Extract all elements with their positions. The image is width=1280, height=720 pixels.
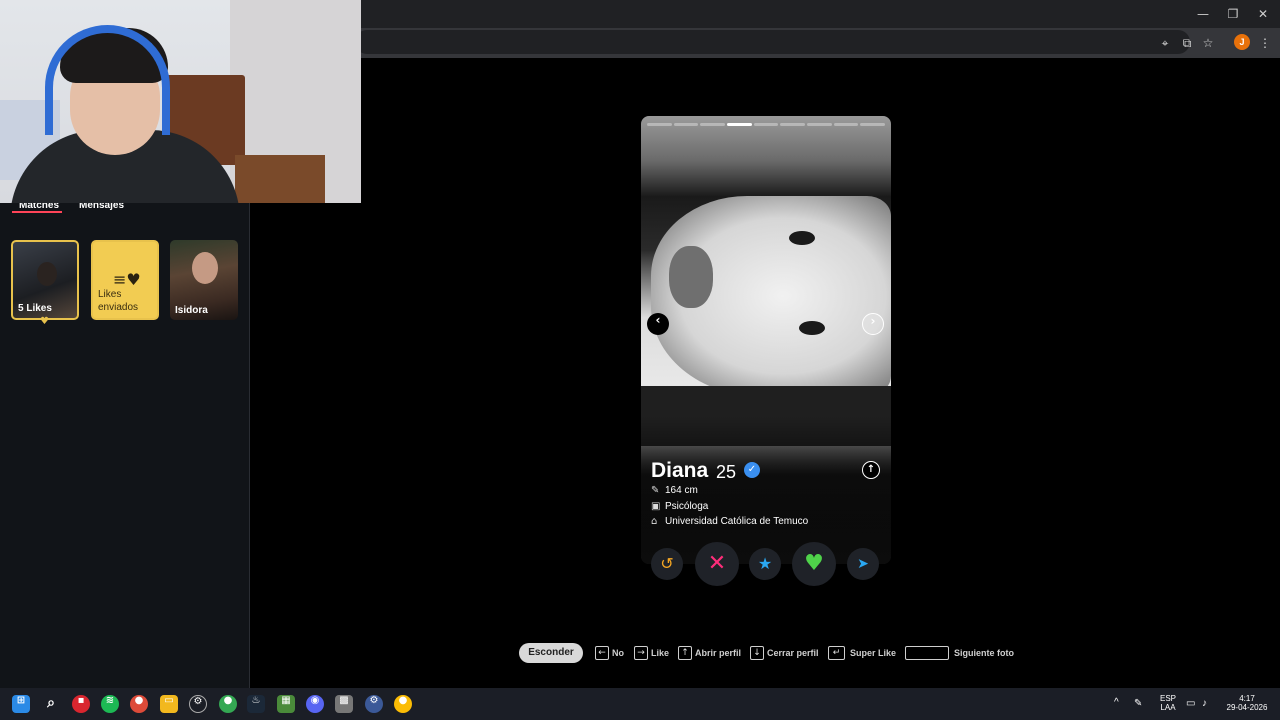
spotify-icon[interactable]: ≋ — [101, 695, 119, 713]
file-explorer-icon[interactable]: ▭ — [160, 695, 178, 713]
photo-eye — [799, 321, 825, 335]
search-icon[interactable]: ⌕ — [42, 695, 60, 713]
photo-progress-segment[interactable] — [807, 123, 832, 126]
rewind-button[interactable]: ↺ — [651, 548, 683, 580]
key-left-icon: ← — [595, 646, 609, 660]
previous-photo-button[interactable]: ‹ — [647, 313, 669, 335]
clock-time: 4:17 — [1239, 694, 1255, 703]
profile-photo — [641, 116, 891, 564]
school-text: Universidad Católica de Temuco — [665, 516, 809, 527]
like-button[interactable]: ♥ — [792, 542, 836, 586]
boost-button[interactable]: ➤ — [847, 548, 879, 580]
profile-avatar[interactable]: J — [1234, 34, 1250, 50]
profile-age: 25 — [716, 462, 737, 482]
photo-progress-segment[interactable] — [673, 123, 699, 126]
photo-progress-segment[interactable] — [753, 123, 779, 126]
likes-sent-icon: ≡♥ — [113, 270, 141, 289]
minimize-button[interactable]: — — [1192, 5, 1214, 23]
clock[interactable]: 4:17 29-04-2026 — [1222, 694, 1272, 712]
ruler-icon: ✎ — [651, 485, 660, 496]
photo-lips — [669, 246, 713, 308]
location-icon[interactable]: ⌖ — [1157, 35, 1173, 51]
match-photo — [192, 252, 218, 284]
nope-button[interactable]: ✕ — [695, 542, 739, 586]
likes-count-label: 5 Likes — [18, 303, 52, 314]
verified-badge-icon: ✓ — [744, 462, 760, 478]
detail-height: ✎ 164 cm — [651, 485, 698, 496]
super-like-button[interactable]: ★ — [749, 548, 781, 580]
rewind-icon: ↺ — [660, 554, 674, 573]
webcam-overlay — [0, 0, 361, 203]
photo-progress-segment[interactable] — [647, 123, 672, 126]
close-button[interactable]: ✕ — [1252, 5, 1274, 23]
key-right-icon: → — [634, 646, 648, 660]
key-enter-icon: ↵ — [828, 646, 845, 660]
graduation-cap-icon: ⌂ — [651, 516, 658, 527]
heart-icon: ♥ — [804, 551, 824, 576]
hint-no: No — [612, 648, 624, 658]
profile-name: Diana — [651, 459, 709, 482]
likes-card[interactable]: 5 Likes — [11, 240, 79, 320]
open-profile-button[interactable]: ↑ — [862, 461, 880, 479]
photo-progress-segment[interactable] — [727, 123, 752, 126]
clock-date: 29-04-2026 — [1226, 703, 1268, 712]
hint-like: Like — [651, 648, 670, 658]
blurred-photo — [37, 262, 57, 286]
job-text: Psicóloga — [665, 501, 709, 512]
likes-sent-label: Likes enviados — [98, 289, 139, 313]
photo-eye — [789, 231, 815, 245]
photo-progress-segment[interactable] — [700, 123, 725, 126]
key-up-icon: ↑ — [678, 646, 692, 660]
chrome-alt-icon[interactable]: ● — [394, 695, 412, 713]
star-icon: ★ — [757, 554, 773, 573]
hint-close-profile: Cerrar perfil — [767, 648, 819, 658]
language-code: ESP — [1159, 694, 1176, 703]
app-red-icon[interactable]: ▪ — [72, 695, 90, 713]
x-icon: ✕ — [707, 551, 727, 576]
restore-button[interactable]: ❐ — [1222, 5, 1244, 23]
settings-icon[interactable]: ⚙ — [365, 695, 383, 713]
language-layout: LAA — [1160, 703, 1176, 712]
bookmark-star-icon[interactable]: ☆ — [1200, 35, 1216, 51]
profile-card[interactable]: ‹ › Diana 25 ✓ ↑ ✎ 164 cm ▣ Psicóloga ⌂ Uni… — [641, 116, 891, 564]
menu-icon[interactable]: ⋮ — [1257, 35, 1273, 51]
tray-overflow-icon[interactable]: ^ — [1114, 697, 1119, 708]
detail-school: ⌂ Universidad Católica de Temuco — [651, 516, 808, 527]
next-photo-button[interactable]: › — [862, 313, 884, 335]
tray-pen-icon[interactable]: ✎ — [1134, 698, 1142, 709]
photo-progress-segment[interactable] — [780, 123, 805, 126]
gold-heart-icon: ♥ — [40, 316, 49, 327]
discord-icon[interactable]: ◉ — [306, 695, 324, 713]
height-text: 164 cm — [665, 485, 698, 496]
webcam-nightstand — [235, 155, 325, 203]
hint-super-like: Super Like — [850, 648, 897, 658]
match-name: Isidora — [175, 305, 208, 316]
install-icon[interactable]: ⧉ — [1179, 35, 1195, 51]
app-gear-icon[interactable]: ⚙ — [189, 695, 207, 713]
minecraft-icon[interactable]: ▩ — [335, 695, 353, 713]
likes-sent-card[interactable]: ≡♥ Likes enviados — [91, 240, 159, 320]
chrome-active-icon[interactable]: ● — [219, 695, 237, 713]
briefcase-icon: ▣ — [651, 501, 661, 512]
steam-icon[interactable]: ♨ — [247, 695, 265, 713]
active-tab-indicator — [12, 211, 62, 213]
match-card-isidora[interactable]: Isidora — [170, 240, 238, 320]
key-space-icon — [905, 646, 949, 660]
app-green-icon[interactable]: ▦ — [277, 695, 295, 713]
volume-icon[interactable]: ♪ — [1202, 698, 1207, 709]
hide-hints-button[interactable]: Esconder — [519, 643, 583, 663]
network-icon[interactable]: ▭ — [1186, 698, 1195, 709]
photo-progress-segment[interactable] — [860, 123, 885, 126]
hint-next-photo: Siguiente foto — [954, 648, 1014, 658]
hint-open-profile: Abrir perfil — [695, 648, 742, 658]
key-down-icon: ↓ — [750, 646, 764, 660]
photo-progress-segment[interactable] — [833, 123, 859, 126]
detail-job: ▣ Psicóloga — [651, 501, 708, 512]
language-indicator[interactable]: ESP LAA — [1157, 694, 1179, 712]
chrome-icon[interactable]: ● — [130, 695, 148, 713]
screen: — ❐ ✕ ⌖ ⧉ ☆ J ⋮ Matches Mensajes 5 Likes… — [0, 0, 1280, 720]
address-bar[interactable] — [355, 30, 1190, 54]
send-icon: ➤ — [857, 556, 869, 572]
windows-start-icon[interactable]: ⊞ — [12, 695, 30, 713]
